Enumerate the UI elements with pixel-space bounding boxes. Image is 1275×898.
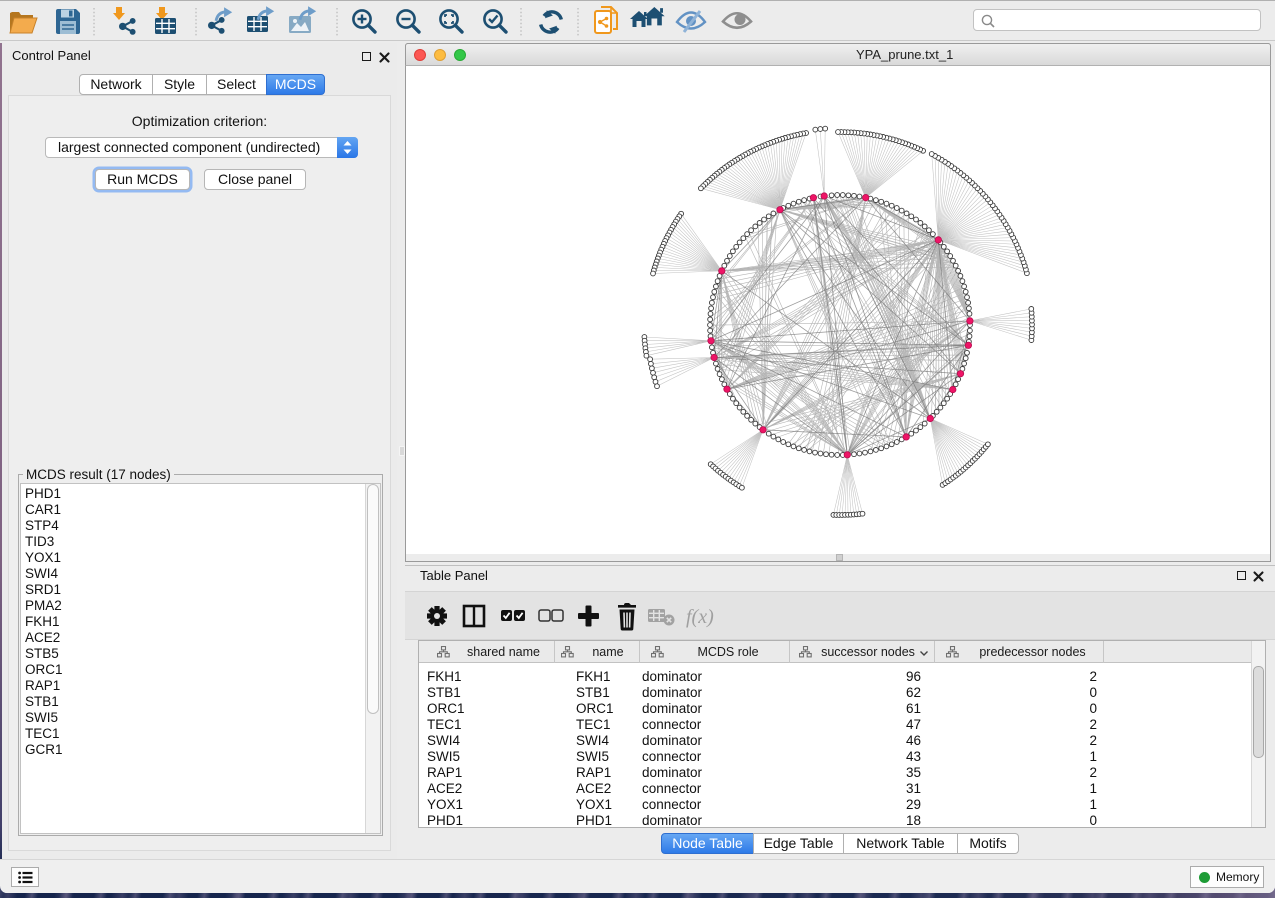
svg-text:f(x): f(x) (686, 606, 714, 628)
